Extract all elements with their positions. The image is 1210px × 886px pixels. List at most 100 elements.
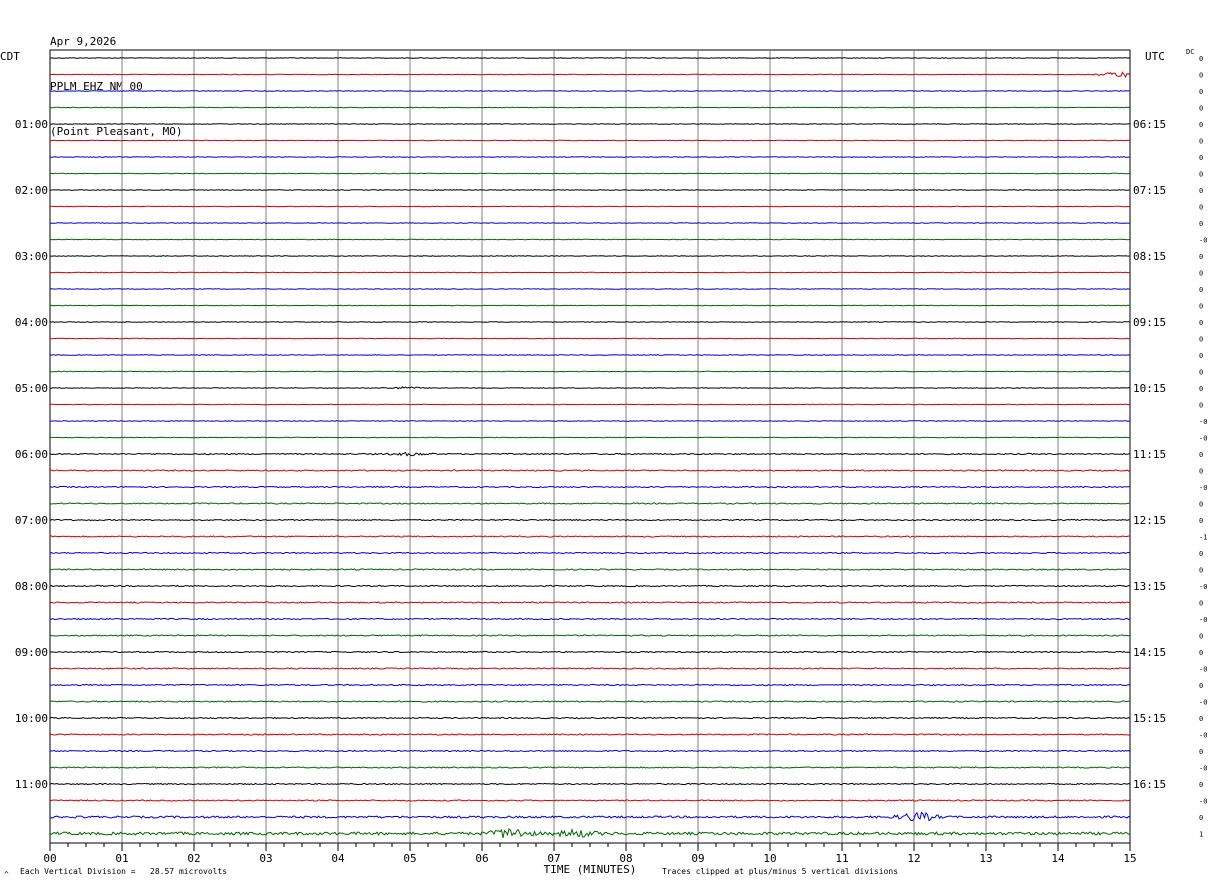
- clip-note: Traces clipped at plus/minus 5 vertical …: [662, 867, 899, 876]
- dc-offset-label: 0: [1199, 550, 1203, 558]
- cdt-hour-label: 03:00: [15, 250, 48, 263]
- cdt-hour-label: 05:00: [15, 382, 48, 395]
- x-tick-label: 06: [475, 852, 488, 865]
- seismic-trace: [50, 716, 1131, 720]
- seismic-trace: [49, 403, 1131, 406]
- x-tick-label: 02: [187, 852, 200, 865]
- x-tick-label: 13: [979, 852, 992, 865]
- dc-offset-label: -1: [1199, 534, 1207, 542]
- dc-offset-label: 0: [1199, 715, 1203, 723]
- seismic-trace: [49, 469, 1131, 472]
- seismic-trace: [49, 420, 1131, 422]
- seismic-trace: [49, 436, 1131, 439]
- cdt-hour-label: 02:00: [15, 184, 48, 197]
- seismic-trace: [49, 749, 1131, 753]
- seismic-trace: [49, 189, 1131, 191]
- seismic-trace: [49, 71, 1131, 78]
- seismic-trace: [50, 386, 1131, 390]
- dc-offset-label: 0: [1199, 451, 1203, 459]
- seismic-trace: [49, 799, 1131, 802]
- helicorder-plot: 00 01 02 03 04 05 06 07 08 09 10 11 12 13 14 15TIME (MI…: [15, 49, 1207, 876]
- dc-offset-label: -0: [1199, 435, 1207, 443]
- cdt-hour-label: 01:00: [15, 118, 48, 131]
- seismic-trace: [49, 123, 1131, 125]
- utc-hour-label: 08:15: [1133, 250, 1166, 263]
- seismic-trace: [49, 650, 1131, 654]
- seismic-trace: [49, 238, 1131, 241]
- dc-offset-label: 0: [1199, 336, 1203, 344]
- dc-offset-label: -0: [1199, 699, 1207, 707]
- utc-hour-label: 13:15: [1133, 580, 1166, 593]
- dc-offset-label: 0: [1199, 501, 1203, 509]
- dc-offset-label: 0: [1199, 121, 1203, 129]
- seismic-trace: [49, 451, 1131, 457]
- seismic-trace: [49, 370, 1130, 373]
- seismic-trace: [49, 827, 1131, 839]
- dc-offset-label: 0: [1199, 633, 1203, 641]
- cdt-hour-label: 08:00: [15, 580, 48, 593]
- x-tick-label: 09: [691, 852, 704, 865]
- dc-offset-label: 0: [1199, 517, 1203, 525]
- utc-hour-label: 15:15: [1133, 712, 1166, 725]
- dc-offset-label: 0: [1199, 303, 1203, 311]
- dc-offset-label: 0: [1199, 600, 1203, 608]
- dc-offset-label: -0: [1199, 237, 1207, 245]
- seismic-trace: [49, 617, 1131, 621]
- seismic-trace: [49, 584, 1130, 588]
- seismic-trace: [49, 337, 1131, 340]
- dc-offset-label: 0: [1199, 286, 1203, 294]
- dc-offset-label: -0: [1199, 765, 1207, 773]
- dc-offset-label: 0: [1199, 781, 1203, 789]
- seismic-trace: [49, 811, 1131, 822]
- seismic-trace: [49, 766, 1131, 769]
- cdt-hour-label: 10:00: [15, 712, 48, 725]
- x-tick-label: 15: [1123, 852, 1136, 865]
- seismic-trace: [50, 700, 1131, 703]
- dc-offset-label: 0: [1199, 567, 1203, 575]
- dc-offset-label: -0: [1199, 732, 1207, 740]
- seismic-trace: [49, 271, 1131, 274]
- dc-offset-label: -0: [1199, 418, 1207, 426]
- dc-offset-label: 0: [1199, 253, 1203, 261]
- dc-offset-label: 0: [1199, 220, 1203, 228]
- x-tick-label: 14: [1051, 852, 1065, 865]
- utc-hour-label: 16:15: [1133, 778, 1166, 791]
- seismic-trace: [49, 485, 1131, 489]
- dc-offset-label: 0: [1199, 748, 1203, 756]
- plot-frame: [49, 49, 1131, 844]
- dc-offset-label: 0: [1199, 105, 1203, 113]
- seismic-trace: [49, 288, 1131, 290]
- scale-note: Each Vertical Division = 28.57 microvolt…: [20, 867, 228, 876]
- x-tick-label: 12: [907, 852, 920, 865]
- seismic-trace: [49, 57, 1131, 59]
- x-tick-label: 03: [259, 852, 272, 865]
- x-tick-label: 04: [331, 852, 345, 865]
- dc-offset-label: 0: [1199, 204, 1203, 212]
- dc-offset-label: 0: [1199, 72, 1203, 80]
- seismic-trace: [49, 205, 1131, 208]
- dc-offset-label: 0: [1199, 682, 1203, 690]
- corner-mark: ^: [4, 870, 9, 879]
- dc-offset-label: 0: [1199, 814, 1203, 822]
- dc-offset-label: -0: [1199, 583, 1207, 591]
- x-axis-title: TIME (MINUTES): [544, 863, 637, 876]
- dc-offset-label: -0: [1199, 666, 1207, 674]
- cdt-hour-label: 09:00: [15, 646, 48, 659]
- dc-offset-label: 0: [1199, 649, 1203, 657]
- seismic-trace: [49, 156, 1131, 158]
- utc-hour-label: 06:15: [1133, 118, 1166, 131]
- seismic-trace: [50, 90, 1131, 92]
- seismic-trace: [49, 518, 1131, 522]
- x-tick-label: 00: [43, 852, 56, 865]
- cdt-hour-label: 04:00: [15, 316, 48, 329]
- dc-offset-label: -0: [1199, 616, 1207, 624]
- seismic-trace: [49, 502, 1131, 505]
- cdt-hour-label: 11:00: [15, 778, 48, 791]
- seismic-trace: [49, 782, 1131, 786]
- seismic-trace: [49, 551, 1131, 555]
- utc-hour-label: 07:15: [1133, 184, 1166, 197]
- dc-offset-label: 0: [1199, 385, 1203, 393]
- seismic-trace: [49, 733, 1131, 736]
- x-tick-label: 11: [835, 852, 848, 865]
- seismic-trace: [49, 172, 1130, 175]
